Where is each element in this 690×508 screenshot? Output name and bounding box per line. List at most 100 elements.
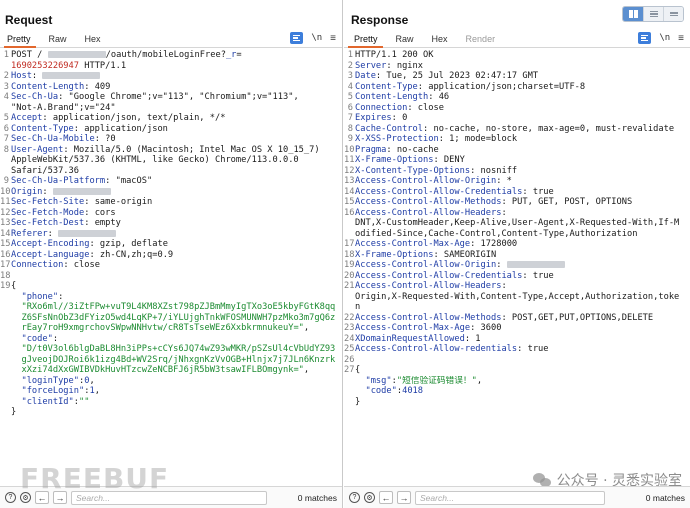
request-line: rEay7roH9xmgrchovSWpwNNHvtw/cR8TsTseWEz6…: [0, 323, 342, 334]
request-match-count: 0 matches: [297, 492, 337, 503]
newline-toggle[interactable]: \n: [659, 33, 670, 43]
tab-response-pretty[interactable]: Pretty: [344, 34, 387, 48]
line-content: gJveojDOJRoi6k1izg4Bd+WV2Srq/jNhxgnKzVvO…: [11, 355, 342, 366]
line-number: 2: [3, 71, 9, 81]
code-token: Server: [355, 60, 387, 71]
line-content: Expires: 0: [355, 113, 690, 124]
response-line: 22 Access-Control-Allow-Methods: POST,GET…: [344, 313, 690, 324]
code-token: : "macOS": [105, 176, 153, 186]
tab-request-pretty[interactable]: Pretty: [0, 34, 40, 48]
line-content: {: [11, 281, 342, 292]
response-search-input[interactable]: [415, 490, 605, 505]
request-line: 17 Connection: close: [0, 260, 342, 271]
code-token: :: [31, 71, 43, 81]
code-token: {: [355, 365, 361, 375]
code-token: :: [47, 228, 59, 239]
request-line: 6 Content-Type: application/json: [0, 124, 342, 135]
code-token: :: [501, 281, 507, 291]
response-line: 24 XDomainRequestAllowed: 1: [344, 334, 690, 345]
code-token: "loginType": [21, 375, 80, 386]
code-token: X-Frame-Options: [355, 249, 434, 260]
line-content: "Not-A.Brand";v="24": [11, 103, 342, 114]
response-tools: \n ≡: [638, 32, 684, 44]
code-token: odified-Since,Cache-Control,Content-Type…: [355, 228, 638, 239]
response-match-count: 0 matches: [645, 492, 685, 503]
request-line: 7 Sec-Ch-Ua-Mobile: ?0: [0, 134, 342, 145]
request-line: }: [0, 407, 342, 418]
code-token: Access-Control-Allow-Headers: [355, 281, 502, 291]
wrap-icon[interactable]: [290, 32, 304, 44]
request-menu-button[interactable]: ≡: [330, 33, 336, 44]
layout-single-icon[interactable]: [663, 7, 683, 21]
tab-response-render[interactable]: Render: [457, 34, 505, 47]
line-number: [0, 376, 11, 387]
line-content: Content-Type: application/json: [11, 124, 342, 135]
line-number: 4: [3, 92, 9, 102]
code-token: ,: [476, 375, 483, 386]
settings-icon[interactable]: ⚙: [364, 492, 375, 503]
help-icon[interactable]: ?: [349, 492, 360, 503]
line-number: 21: [344, 281, 355, 291]
code-token: User-Agent: [11, 144, 64, 155]
request-line: 13 Sec-Fetch-Dest: empty: [0, 218, 342, 229]
tab-request-raw[interactable]: Raw: [40, 34, 76, 47]
request-line: 14 Referer:: [0, 229, 342, 240]
code-token: Sec-Ch-Ua-Platform: [11, 176, 106, 186]
line-content: n: [355, 302, 690, 313]
response-line: "msg":"短信验证码错误！",: [344, 376, 690, 387]
line-content: XDomainRequestAllowed: 1: [355, 334, 690, 345]
code-token: Accept-Encoding: [11, 239, 90, 249]
response-line: 12 X-Content-Type-Options: nosniff: [344, 166, 690, 177]
line-number: 13: [344, 176, 355, 186]
code-token: AppleWebKit/537.36 (KHTML, like Gecko) C…: [11, 155, 299, 165]
tab-response-hex[interactable]: Hex: [423, 34, 457, 47]
newline-toggle[interactable]: \n: [311, 33, 322, 43]
line-number: 7: [3, 134, 9, 144]
line-content: Sec-Fetch-Dest: empty: [11, 218, 342, 229]
code-token: Access-Control-Allow-Methods: [355, 312, 502, 323]
line-number: 12: [344, 165, 355, 176]
code-token: Accept: [11, 113, 43, 123]
code-token: Sec-Ch-Ua: [11, 92, 59, 102]
help-icon[interactable]: ?: [5, 492, 16, 503]
line-content: Content-Length: 46: [355, 92, 690, 103]
line-content: DNT,X-CustomHeader,Keep-Alive,User-Agent…: [355, 218, 690, 229]
request-line: "phone":: [0, 292, 342, 303]
line-number: [0, 355, 11, 366]
back-arrow-icon[interactable]: ←: [379, 491, 393, 504]
request-line: 8 User-Agent: Mozilla/5.0 (Macintosh; Int…: [0, 145, 342, 156]
line-number: 22: [344, 312, 355, 323]
code-token: DNT,X-CustomHeader,Keep-Alive,User-Agent…: [355, 218, 680, 228]
response-line: 13 Access-Control-Allow-Origin: *: [344, 176, 690, 187]
response-menu-button[interactable]: ≡: [678, 33, 684, 44]
code-token: : application/json: [73, 123, 168, 134]
request-line: "Not-A.Brand";v="24": [0, 103, 342, 114]
code-token: : 1728000: [470, 239, 518, 249]
forward-arrow-icon[interactable]: →: [397, 491, 411, 504]
response-line: 27{: [344, 365, 690, 376]
line-number: [0, 313, 11, 324]
request-editor[interactable]: 1 POST / /oauth/mobileLoginFree?_r= 169025…: [0, 50, 342, 486]
code-token: =: [236, 50, 242, 60]
response-editor[interactable]: 1 HTTP/1.1 200 OK 2 Server: nginx 3 Date: Tue…: [344, 50, 690, 486]
layout-rows-icon[interactable]: [643, 7, 663, 21]
tab-request-hex[interactable]: Hex: [76, 34, 110, 47]
line-content: Access-Control-Max-Age: 3600: [355, 323, 690, 334]
request-line: "code":: [0, 334, 342, 345]
code-token: "clientId": [21, 396, 74, 407]
layout-split-icon[interactable]: [623, 7, 643, 21]
line-content: "msg":"短信验证码错误！",: [355, 376, 690, 387]
line-content: Access-Control-Allow-Methods: POST,GET,P…: [355, 313, 690, 324]
wrap-icon[interactable]: [638, 32, 652, 44]
code-token: Sec-Ch-Ua-Mobile: [11, 134, 95, 144]
code-token: Content-Type: [355, 81, 418, 92]
code-token: "code": [365, 386, 397, 396]
response-line: 21 Access-Control-Allow-Headers:: [344, 281, 690, 292]
request-title: Request: [5, 13, 53, 27]
tab-response-raw[interactable]: Raw: [387, 34, 423, 47]
line-number: 8: [3, 144, 9, 155]
code-token: HTTP/1.1 200 OK: [355, 50, 434, 60]
